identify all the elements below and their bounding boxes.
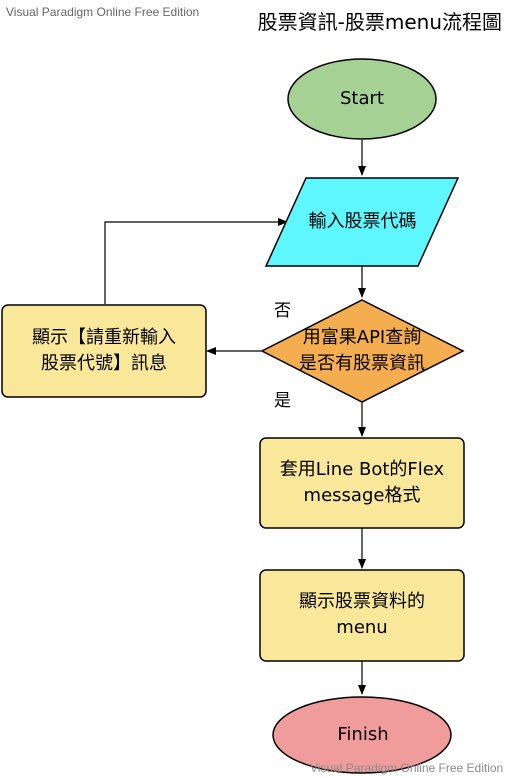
decision-node[interactable] xyxy=(260,299,465,403)
edge-label-yes: 是 xyxy=(274,391,291,411)
show-menu-node[interactable] xyxy=(259,569,465,662)
watermark-bottom: Visual Paradigm Online Free Edition xyxy=(310,761,504,775)
flowchart-canvas xyxy=(1,58,465,774)
input-node[interactable] xyxy=(264,177,460,267)
edge-reenter-to-input xyxy=(104,218,288,304)
reenter-message-node[interactable] xyxy=(1,304,207,398)
edge-label-no: 否 xyxy=(274,301,291,321)
flex-message-node[interactable] xyxy=(259,437,465,529)
start-node[interactable] xyxy=(287,58,437,140)
